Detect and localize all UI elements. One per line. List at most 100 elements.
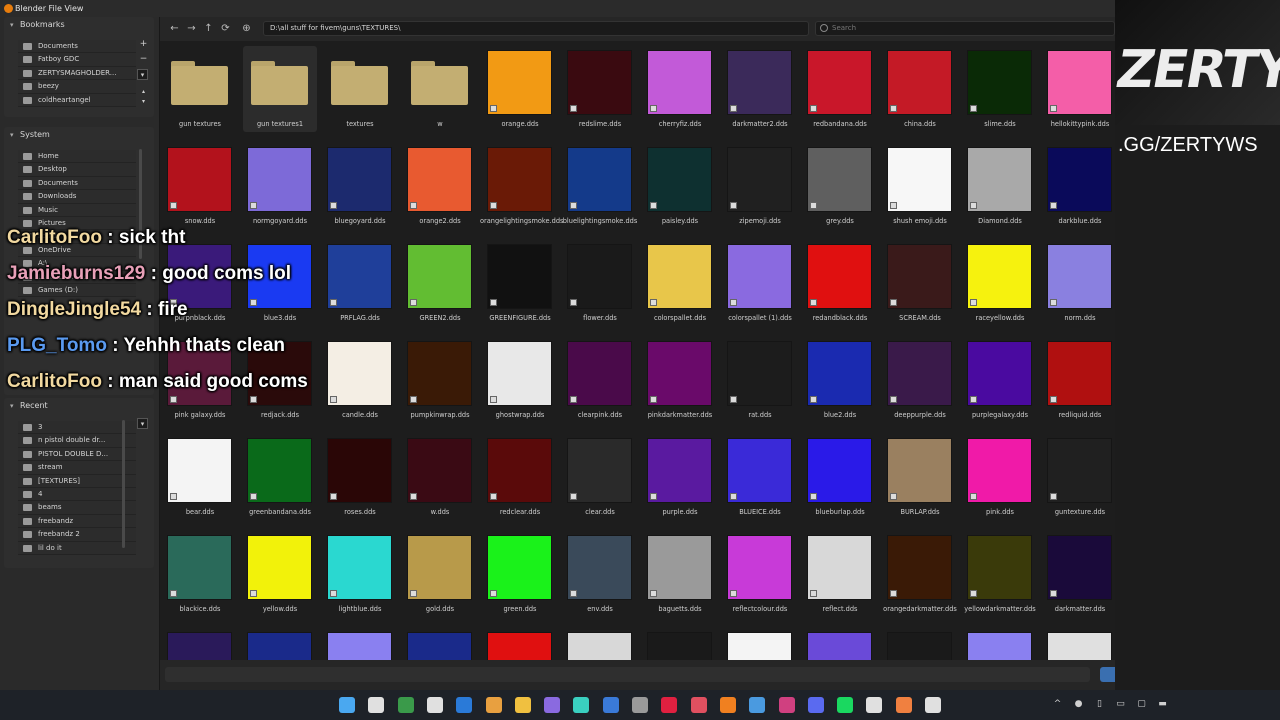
blender-icon[interactable]	[719, 697, 736, 713]
file-tile[interactable]	[720, 623, 796, 660]
file-tile[interactable]: normgoyard.dds	[240, 138, 316, 231]
file-tile[interactable]: gold.dds	[400, 526, 476, 619]
file-tile[interactable]: redliquid.dds	[1040, 332, 1116, 425]
list-item[interactable]: lil do it	[18, 541, 136, 555]
parent-directory-button[interactable]: ↑	[202, 22, 215, 35]
store-icon[interactable]	[426, 697, 443, 713]
bookmarks-menu-button[interactable]: ▾	[137, 69, 148, 80]
file-tile[interactable]: yellow.dds	[240, 526, 316, 619]
file-tile[interactable]: rat.dds	[720, 332, 796, 425]
file-tile[interactable]: pinkdarkmatter.dds	[640, 332, 716, 425]
file-tile[interactable]: GREENFIGURE.dds	[480, 235, 556, 328]
app15-icon[interactable]	[778, 697, 795, 713]
file-tile[interactable]	[960, 623, 1036, 660]
file-tile[interactable]: yellowdarkmatter.dds	[960, 526, 1036, 619]
file-tile[interactable]: blackice.dds	[160, 526, 236, 619]
list-item[interactable]: 3	[18, 421, 136, 435]
remove-bookmark-button[interactable]: −	[138, 54, 149, 65]
app12-icon[interactable]	[690, 697, 707, 713]
app7-icon[interactable]	[544, 697, 561, 713]
add-bookmark-button[interactable]: +	[138, 39, 149, 50]
file-tile[interactable]: grey.dds	[800, 138, 876, 231]
recent-scrollbar[interactable]	[122, 420, 125, 548]
file-tile[interactable]	[560, 623, 636, 660]
tray-icon[interactable]: ^	[1052, 699, 1063, 710]
chrome-icon[interactable]	[397, 697, 414, 713]
file-tile[interactable]: BLUEICE.dds	[720, 429, 796, 522]
tray-icon[interactable]: ▭	[1115, 699, 1126, 710]
file-tile[interactable]: snow.dds	[160, 138, 236, 231]
file-tile[interactable]	[1040, 623, 1116, 660]
file-tile[interactable]: bluegoyard.dds	[320, 138, 396, 231]
file-tile[interactable]: redslime.dds	[560, 41, 636, 134]
list-item[interactable]: Home	[18, 150, 136, 164]
list-item[interactable]: Fatboy GDC	[18, 53, 136, 67]
list-item[interactable]: freebandz	[18, 514, 136, 529]
list-item[interactable]: 4	[18, 487, 136, 502]
file-tile[interactable]: roses.dds	[320, 429, 396, 522]
list-item[interactable]: ZERTYSMAGHOLDER...	[18, 66, 136, 81]
file-tile[interactable]: reflect.dds	[800, 526, 876, 619]
chrome2-icon[interactable]	[749, 697, 766, 713]
file-tile[interactable]: slime.dds	[960, 41, 1036, 134]
file-tile[interactable]: orangedarkmatter.dds	[880, 526, 957, 619]
list-item[interactable]: Games (D:)	[18, 283, 136, 298]
file-tile[interactable]: gun textures	[160, 41, 236, 134]
vscode-icon[interactable]	[456, 697, 473, 713]
tray-icon[interactable]: ▬	[1157, 699, 1168, 710]
file-tile[interactable]: norm.dds	[1040, 235, 1116, 328]
file-tile[interactable]: blueburlap.dds	[800, 429, 876, 522]
file-tile[interactable]: darkblue.dds	[1040, 138, 1116, 231]
list-item[interactable]: freebandz 2	[18, 528, 136, 542]
file-tile[interactable]: Diamond.dds	[960, 138, 1036, 231]
file-tile[interactable]: pink.dds	[960, 429, 1036, 522]
file-tile[interactable]: w	[400, 41, 476, 134]
app8-icon[interactable]	[573, 697, 590, 713]
file-tile[interactable]	[880, 623, 956, 660]
file-tile[interactable]: hellokittypink.dds	[1040, 41, 1116, 134]
file-tile[interactable]	[400, 623, 476, 660]
file-tile[interactable]	[640, 623, 716, 660]
recent-menu-button[interactable]: ▾	[137, 418, 148, 429]
file-tile[interactable]: SCREAM.dds	[880, 235, 956, 328]
list-item[interactable]: stream	[18, 461, 136, 475]
file-tile[interactable]: lightblue.dds	[320, 526, 396, 619]
file-tile[interactable]	[160, 623, 236, 660]
notion-icon[interactable]	[368, 697, 385, 713]
list-item[interactable]: Downloads	[18, 190, 136, 204]
file-tile[interactable]	[240, 623, 316, 660]
file-tile[interactable]: purple.dds	[640, 429, 716, 522]
explorer-icon[interactable]	[514, 697, 531, 713]
file-tile[interactable]: china.dds	[880, 41, 956, 134]
file-tile[interactable]: bluelightingsmoke.dds	[560, 138, 637, 231]
tray-icon[interactable]: ▢	[1136, 699, 1147, 710]
list-item[interactable]: Documents	[18, 40, 136, 54]
file-tile[interactable]: BURLAP.dds	[880, 429, 956, 522]
file-tile[interactable]: env.dds	[560, 526, 636, 619]
file-tile[interactable]: orangelightingsmoke.dds	[480, 138, 563, 231]
file-tile[interactable]: baguetts.dds	[640, 526, 716, 619]
file-tile[interactable]: clearpink.dds	[560, 332, 636, 425]
file-tile[interactable]: candle.dds	[320, 332, 396, 425]
file-tile[interactable]: darkmatter2.dds	[720, 41, 796, 134]
file-tile[interactable]: shush emoji.dds	[880, 138, 956, 231]
start-icon[interactable]	[339, 697, 355, 713]
system-header[interactable]: ▾ System	[4, 127, 154, 143]
list-item[interactable]: Music	[18, 203, 136, 217]
refresh-button[interactable]: ⟳	[219, 22, 232, 35]
file-tile[interactable]: zipemoji.dds	[720, 138, 796, 231]
list-item[interactable]: beams	[18, 501, 136, 515]
forward-button[interactable]: →	[185, 22, 198, 35]
file-tile[interactable]: reflectcolour.dds	[720, 526, 796, 619]
file-tile[interactable]: PRFLAG.dds	[320, 235, 396, 328]
settings-icon[interactable]	[632, 697, 648, 713]
file-tile[interactable]: bear.dds	[160, 429, 236, 522]
file-tile[interactable]: GREEN2.dds	[400, 235, 476, 328]
move-down-button[interactable]: ▾	[138, 96, 149, 107]
list-item[interactable]: Desktop	[18, 163, 136, 177]
file-tile[interactable]: redclear.dds	[480, 429, 556, 522]
app5-icon[interactable]	[485, 697, 502, 713]
file-tile[interactable]	[480, 623, 556, 660]
recent-header[interactable]: ▾ Recent	[4, 398, 154, 414]
file-tile[interactable]: colorspallet.dds	[640, 235, 716, 328]
